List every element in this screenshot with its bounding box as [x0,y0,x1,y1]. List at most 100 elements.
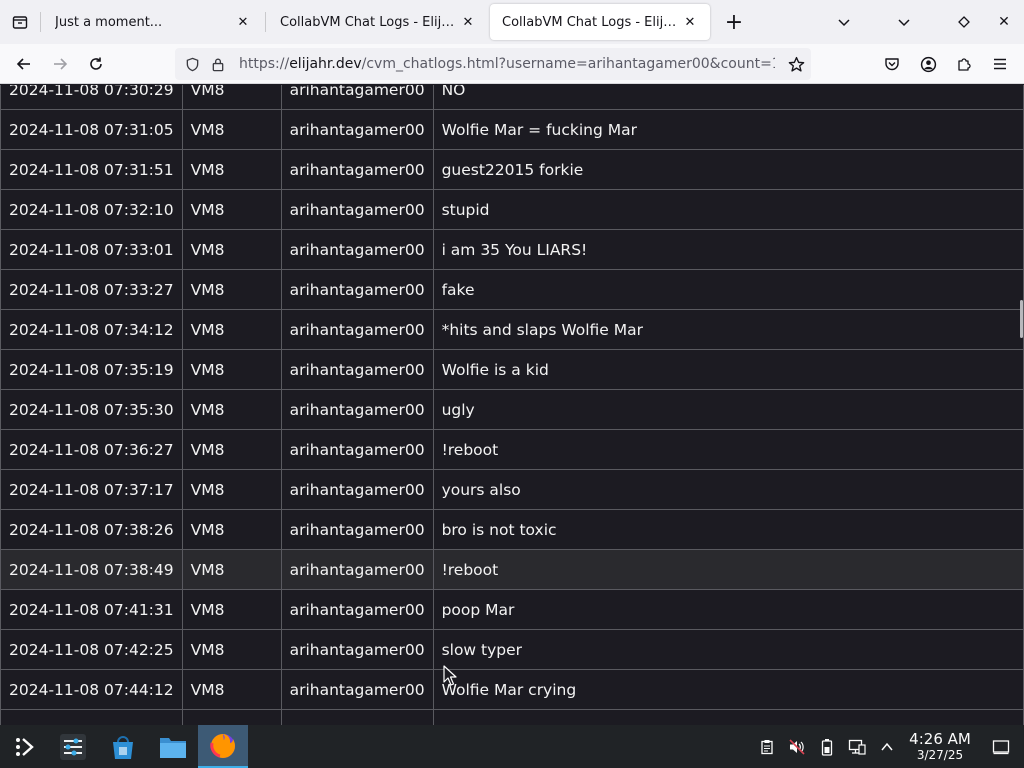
log-message: !reboot [432,549,1024,590]
log-username: arihantagamer00 [280,509,434,550]
log-row: 2024-11-08 07:32:10 VM8 arihantagamer00 stu… [0,189,1024,230]
log-timestamp: 2024-11-08 07:36:27 [0,429,183,470]
address-bar[interactable]: https://elijahr.dev/cvm_chatlogs.html?us… [175,48,811,80]
log-timestamp: 2024-11-08 07:31:05 [0,109,183,150]
tab-separator [265,12,266,32]
network-button[interactable] [842,725,872,768]
log-timestamp: 2024-11-08 07:37:17 [0,469,183,510]
log-vm: VM8 [181,349,282,390]
file-manager-button[interactable] [148,725,198,768]
expand-tray-button[interactable] [872,725,902,768]
system-settings-icon [60,733,86,760]
url-scheme: https:// [239,56,290,72]
tab-title: CollabVM Chat Logs - Elijahr's [502,14,680,30]
log-message: !reboot [432,429,1024,470]
minimize-button[interactable] [864,0,944,44]
battery-icon [821,738,833,756]
close-tab-icon[interactable]: ✕ [458,12,478,32]
plus-icon: + [724,9,744,35]
log-message: slow typer [432,629,1024,670]
log-username: arihantagamer00 [280,189,434,230]
log-message: Wolfie Mar crying [432,669,1024,710]
log-vm: VM8 [181,469,282,510]
log-message: NO [432,85,1024,110]
log-username: arihantagamer00 [280,469,434,510]
log-username: arihantagamer00 [280,229,434,270]
firefox-view-button[interactable] [0,0,40,44]
show-desktop-button[interactable] [978,725,1024,768]
log-message: yours also [432,469,1024,510]
close-window-button[interactable]: ✕ [984,0,1024,44]
account-button[interactable] [910,48,946,80]
url-host: elijahr.dev [289,56,362,72]
log-row: 2024-11-08 07:33:01 VM8 arihantagamer00 i a… [0,229,1024,270]
discover-button[interactable] [98,725,148,768]
log-vm: VM8 [181,629,282,670]
log-username: arihantagamer00 [280,85,434,110]
firefox-task-button[interactable] [198,725,248,768]
log-message: bro is not toxic [432,509,1024,550]
url-text[interactable]: https://elijahr.dev/cvm_chatlogs.html?us… [239,56,775,72]
app-launcher-button[interactable] [0,725,50,768]
log-message: *hits and slaps Wolfie Mar [432,309,1024,350]
log-message: guest22015 forkie [432,149,1024,190]
log-timestamp: 2024-11-08 07:38:26 [0,509,183,550]
clock-time: 4:26 AM [909,730,971,748]
clipboard-button[interactable] [752,725,782,768]
log-timestamp: 2024-11-08 07:42:25 [0,629,183,670]
pocket-button[interactable] [874,48,910,80]
log-username: arihantagamer00 [280,389,434,430]
close-tab-icon[interactable]: ✕ [233,12,253,32]
bookmark-star-icon[interactable] [783,48,809,80]
scrollbar-thumb[interactable] [1020,300,1023,338]
back-button[interactable] [6,48,42,80]
reload-button[interactable] [78,48,114,80]
log-username: arihantagamer00 [280,429,434,470]
tracking-protection-shield-icon[interactable] [179,48,205,80]
tab-1[interactable]: CollabVM Chat Logs - Elijahr's ✕ [268,4,488,40]
log-row: 2024-11-08 07:30:29 VM8 arihantagamer00 NO [0,85,1024,110]
pocket-icon [885,58,899,71]
maximize-button[interactable] [944,0,984,44]
log-timestamp: 2024-11-08 07:38:49 [0,549,183,590]
log-message [432,709,1024,725]
log-timestamp: 2024-11-08 07:35:19 [0,349,183,390]
log-timestamp: 2024-11-08 07:30:29 [0,85,183,110]
log-username: arihantagamer00 [280,309,434,350]
log-row: 2024-11-08 07:42:25 VM8 arihantagamer00 slo… [0,629,1024,670]
close-tab-icon[interactable]: ✕ [680,12,700,32]
log-username: arihantagamer00 [280,629,434,670]
battery-button[interactable] [812,725,842,768]
digital-clock[interactable]: 4:26 AM 3/27/25 [902,730,978,763]
log-timestamp: 2024-11-08 07:33:27 [0,269,183,310]
lock-icon[interactable] [205,48,231,80]
tab-2[interactable]: CollabVM Chat Logs - Elijahr's ✕ [490,4,710,40]
firefox-view-icon [12,16,28,29]
log-timestamp: 2024-11-08 07:33:01 [0,229,183,270]
navigation-toolbar: https://elijahr.dev/cvm_chatlogs.html?us… [0,44,1024,84]
volume-button[interactable] [782,725,812,768]
url-path: /cvm_chatlogs.html?username=arihantagame… [361,56,775,72]
hamburger-menu-icon [994,58,1006,70]
log-timestamp: 2024-11-08 07:35:30 [0,389,183,430]
app-menu-button[interactable] [982,48,1018,80]
maximize-icon [958,16,970,28]
log-row: 2024-11-08 07:38:49 VM8 arihantagamer00 !re… [0,549,1024,590]
forward-arrow-icon [54,57,68,70]
tab-0[interactable]: Just a moment... ✕ [43,4,263,40]
forward-button[interactable] [42,48,78,80]
new-tab-button[interactable]: + [718,6,750,38]
volume-muted-icon [789,738,805,755]
system-settings-button[interactable] [48,725,98,768]
extensions-button[interactable] [946,48,982,80]
log-vm: VM8 [181,389,282,430]
log-row: 2024-11-08 07:35:19 VM8 arihantagamer00 Wol… [0,349,1024,390]
file-manager-icon [160,737,186,758]
list-all-tabs-button[interactable] [824,0,864,44]
log-row: 2024-11-08 07:41:31 VM8 arihantagamer00 poo… [0,589,1024,630]
log-vm: VM8 [181,589,282,630]
clock-date: 3/27/25 [916,748,964,762]
back-arrow-icon [16,57,30,70]
log-row: 2024-11-08 07:36:27 VM8 arihantagamer00 !re… [0,429,1024,470]
log-message: fake [432,269,1024,310]
